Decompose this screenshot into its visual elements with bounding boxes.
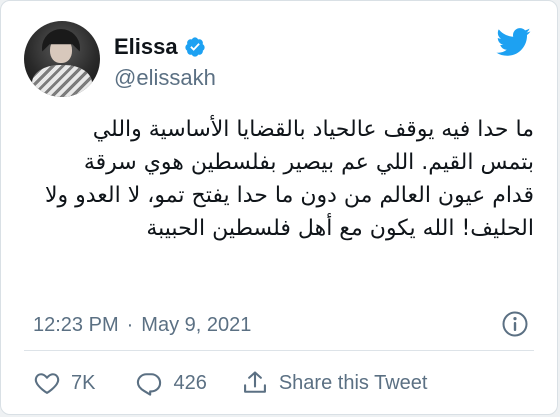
share-icon (243, 371, 266, 393)
divider (24, 350, 534, 351)
tweet-date[interactable]: May 9, 2021 (141, 314, 251, 337)
heart-icon (34, 373, 60, 394)
like-button[interactable]: 7K (33, 369, 95, 397)
timestamp-separator: · (126, 313, 134, 336)
avatar[interactable] (24, 21, 100, 97)
tweet-card: Elissa @elissakh ما حدا فيه يوقف عالحياد… (0, 0, 558, 415)
verified-badge-icon (184, 36, 206, 58)
avatar-pattern (32, 65, 92, 97)
author-handle[interactable]: @elissakh (114, 65, 216, 91)
twitter-bird-icon[interactable] (495, 27, 531, 57)
author-name-row[interactable]: Elissa (114, 33, 206, 61)
tweet-timestamp[interactable]: 12:23 PM · May 9, 2021 (33, 310, 251, 340)
reply-icon (137, 373, 162, 396)
reply-count: 426 (173, 371, 207, 394)
tweet-actions: 7K 426 Share this Tweet (33, 366, 427, 400)
like-count: 7K (71, 371, 96, 394)
tweet-time[interactable]: 12:23 PM (33, 314, 119, 337)
share-button[interactable]: Share this Tweet (241, 369, 428, 397)
tweet-text: ما حدا فيه يوقف عالحياد بالقضايا الأساسي… (44, 117, 534, 241)
share-label: Share this Tweet (278, 371, 428, 394)
reply-button[interactable]: 426 (135, 369, 207, 397)
author-display-name[interactable]: Elissa (114, 34, 178, 60)
info-icon[interactable] (501, 310, 529, 338)
